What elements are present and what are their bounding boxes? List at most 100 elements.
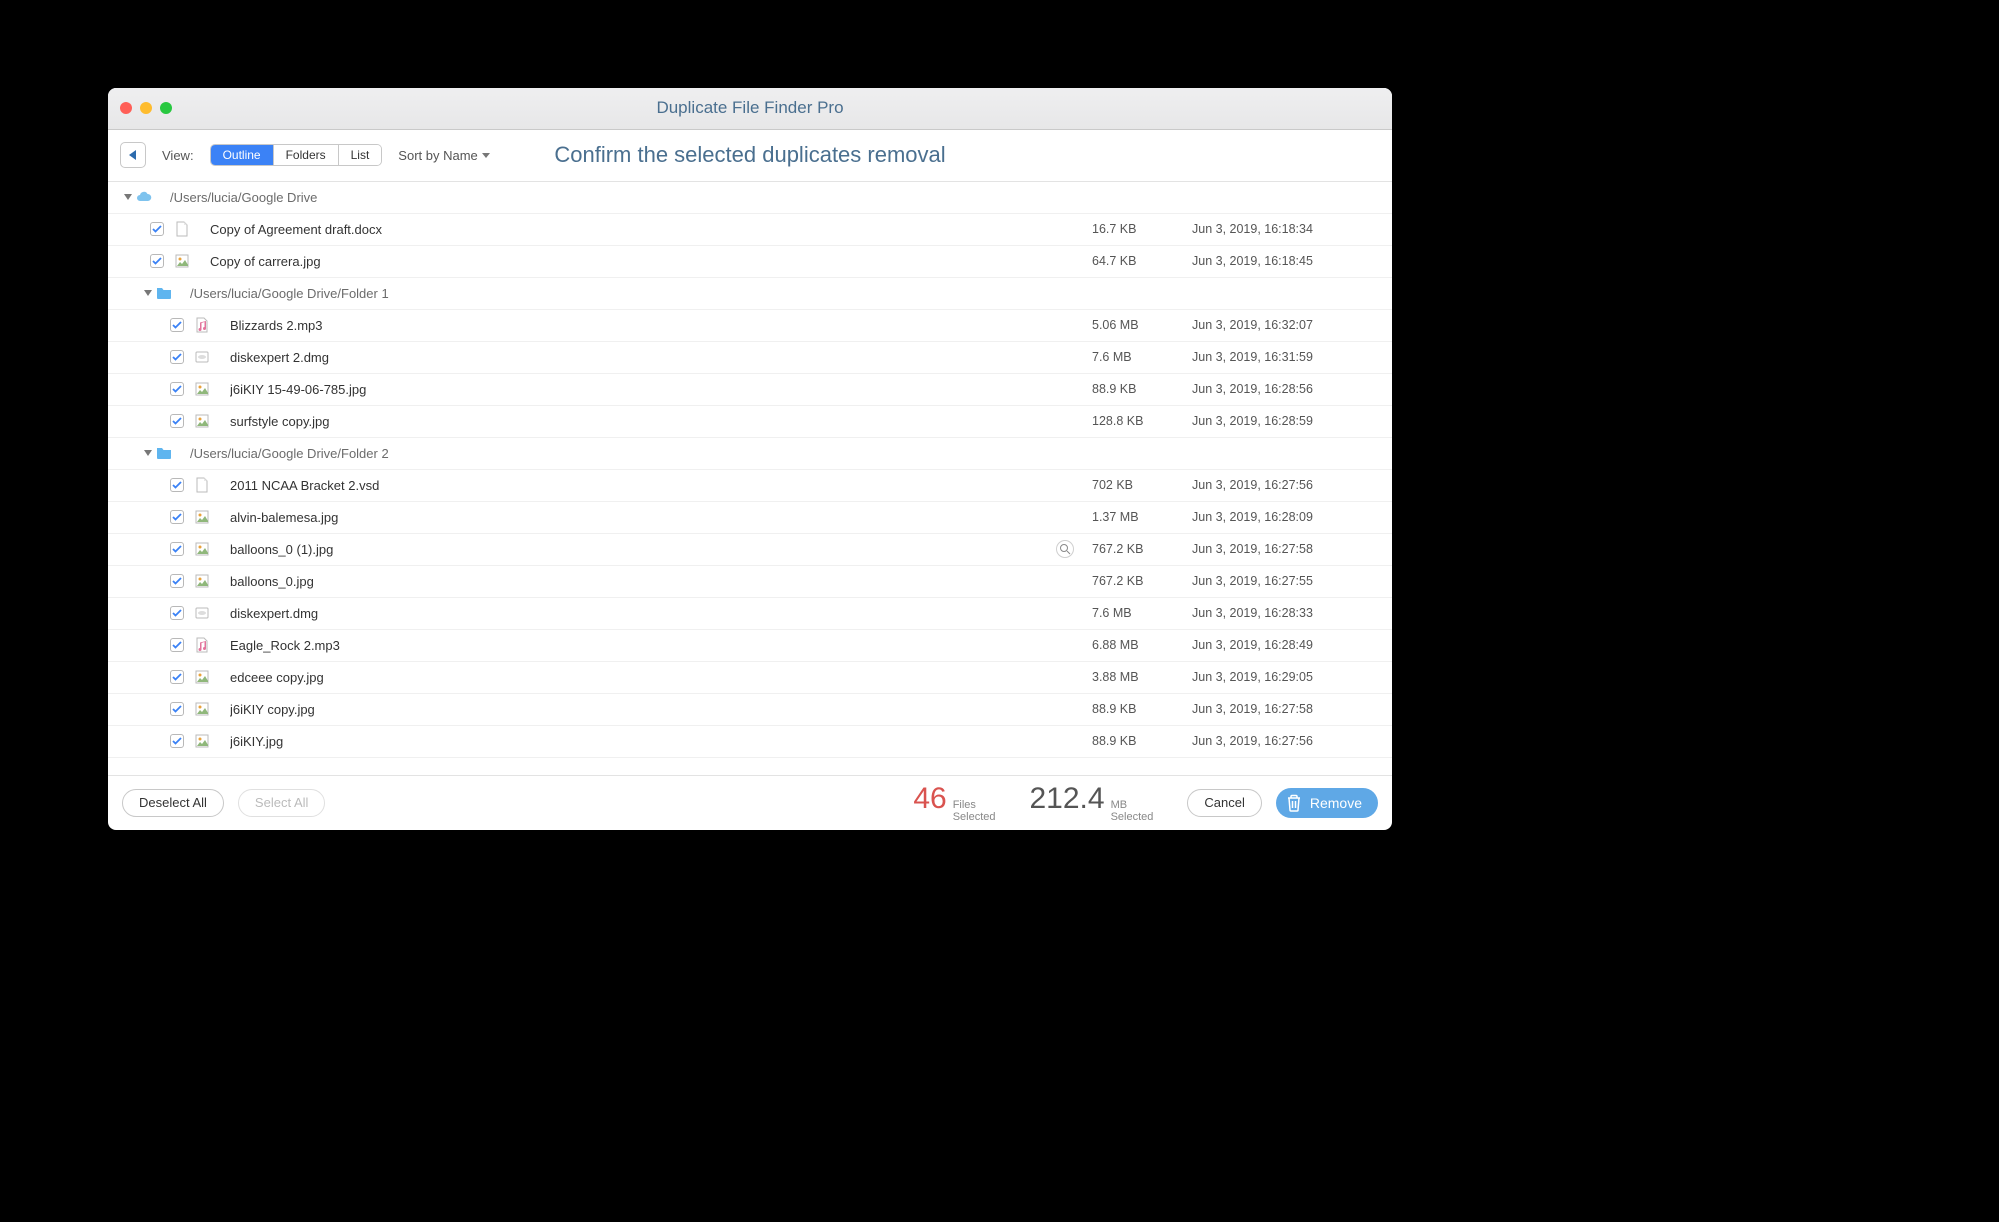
- app-window: Duplicate File Finder Pro View: Outline …: [108, 88, 1392, 830]
- file-type-icon: [194, 605, 220, 621]
- file-date: Jun 3, 2019, 16:28:59: [1192, 414, 1372, 428]
- file-checkbox[interactable]: [150, 222, 164, 236]
- file-row[interactable]: Eagle_Rock 2.mp36.88 MBJun 3, 2019, 16:2…: [108, 630, 1392, 662]
- file-name: alvin-balemesa.jpg: [230, 510, 1092, 525]
- view-outline-tab[interactable]: Outline: [211, 145, 274, 165]
- deselect-all-button[interactable]: Deselect All: [122, 789, 224, 817]
- file-row[interactable]: j6iKIY 15-49-06-785.jpg88.9 KBJun 3, 201…: [108, 374, 1392, 406]
- file-name: surfstyle copy.jpg: [230, 414, 1092, 429]
- file-checkbox[interactable]: [170, 414, 184, 428]
- file-type-icon: [194, 541, 220, 557]
- file-checkbox[interactable]: [170, 382, 184, 396]
- folder-group-row[interactable]: /Users/lucia/Google Drive/Folder 1: [108, 278, 1392, 310]
- file-checkbox[interactable]: [170, 542, 184, 556]
- file-checkbox[interactable]: [170, 318, 184, 332]
- file-type-icon: [194, 637, 220, 653]
- file-checkbox[interactable]: [170, 510, 184, 524]
- file-size: 7.6 MB: [1092, 606, 1192, 620]
- file-checkbox[interactable]: [170, 670, 184, 684]
- file-name: edceee copy.jpg: [230, 670, 1092, 685]
- file-row[interactable]: balloons_0.jpg767.2 KBJun 3, 2019, 16:27…: [108, 566, 1392, 598]
- select-all-button[interactable]: Select All: [238, 789, 325, 817]
- disclosure-triangle-icon[interactable]: [144, 290, 152, 296]
- file-checkbox[interactable]: [170, 478, 184, 492]
- size-value: 212.4: [1030, 782, 1105, 816]
- file-type-icon: [194, 413, 220, 429]
- remove-button[interactable]: Remove: [1276, 788, 1378, 818]
- disclosure-triangle-icon[interactable]: [124, 194, 132, 200]
- file-row[interactable]: 2011 NCAA Bracket 2.vsd702 KBJun 3, 2019…: [108, 470, 1392, 502]
- folder-group-row[interactable]: /Users/lucia/Google Drive/Folder 2: [108, 438, 1392, 470]
- file-name: balloons_0.jpg: [230, 574, 1092, 589]
- view-list-tab[interactable]: List: [339, 145, 382, 165]
- file-row[interactable]: j6iKIY.jpg88.9 KBJun 3, 2019, 16:27:56: [108, 726, 1392, 758]
- file-date: Jun 3, 2019, 16:27:58: [1192, 542, 1372, 556]
- files-label-bottom: Selected: [953, 811, 996, 823]
- file-type-icon: [194, 477, 220, 493]
- file-name: Copy of carrera.jpg: [210, 254, 1092, 269]
- view-mode-segmented-control: Outline Folders List: [210, 144, 383, 166]
- close-window-button[interactable]: [120, 102, 132, 114]
- sort-dropdown[interactable]: Sort by Name: [398, 148, 489, 163]
- file-size: 88.9 KB: [1092, 382, 1192, 396]
- chevron-down-icon: [482, 153, 490, 158]
- file-row[interactable]: surfstyle copy.jpg128.8 KBJun 3, 2019, 1…: [108, 406, 1392, 438]
- file-date: Jun 3, 2019, 16:28:09: [1192, 510, 1372, 524]
- file-size: 6.88 MB: [1092, 638, 1192, 652]
- file-date: Jun 3, 2019, 16:27:56: [1192, 734, 1372, 748]
- file-date: Jun 3, 2019, 16:28:49: [1192, 638, 1372, 652]
- file-row[interactable]: alvin-balemesa.jpg1.37 MBJun 3, 2019, 16…: [108, 502, 1392, 534]
- file-type-icon: [194, 733, 220, 749]
- file-name: Blizzards 2.mp3: [230, 318, 1092, 333]
- size-selected-stat: 212.4 MB Selected: [1030, 782, 1154, 823]
- minimize-window-button[interactable]: [140, 102, 152, 114]
- file-size: 767.2 KB: [1092, 542, 1192, 556]
- file-checkbox[interactable]: [170, 606, 184, 620]
- file-checkbox[interactable]: [170, 734, 184, 748]
- file-date: Jun 3, 2019, 16:27:55: [1192, 574, 1372, 588]
- file-list[interactable]: /Users/lucia/Google Drive Copy of Agreeme…: [108, 182, 1392, 775]
- file-checkbox[interactable]: [170, 574, 184, 588]
- file-row[interactable]: balloons_0 (1).jpg 767.2 KBJun 3, 2019, 1…: [108, 534, 1392, 566]
- footer: Deselect All Select All 46 Files Selecte…: [108, 775, 1392, 830]
- files-count: 46: [913, 782, 946, 816]
- view-folders-tab[interactable]: Folders: [274, 145, 339, 165]
- file-type-icon: [174, 221, 200, 237]
- file-date: Jun 3, 2019, 16:27:56: [1192, 478, 1372, 492]
- file-checkbox[interactable]: [150, 254, 164, 268]
- file-type-icon: [194, 669, 220, 685]
- zoom-window-button[interactable]: [160, 102, 172, 114]
- file-row[interactable]: Copy of carrera.jpg64.7 KBJun 3, 2019, 1…: [108, 246, 1392, 278]
- file-row[interactable]: j6iKIY copy.jpg88.9 KBJun 3, 2019, 16:27…: [108, 694, 1392, 726]
- file-row[interactable]: edceee copy.jpg3.88 MBJun 3, 2019, 16:29…: [108, 662, 1392, 694]
- back-button[interactable]: [120, 142, 146, 168]
- trash-icon: [1286, 794, 1302, 812]
- file-type-icon: [194, 349, 220, 365]
- file-date: Jun 3, 2019, 16:27:58: [1192, 702, 1372, 716]
- file-size: 7.6 MB: [1092, 350, 1192, 364]
- file-type-icon: [194, 381, 220, 397]
- folder-group-row[interactable]: /Users/lucia/Google Drive: [108, 182, 1392, 214]
- file-checkbox[interactable]: [170, 702, 184, 716]
- toolbar: View: Outline Folders List Sort by Name …: [108, 130, 1392, 182]
- file-type-icon: [174, 253, 200, 269]
- file-row[interactable]: Copy of Agreement draft.docx16.7 KBJun 3…: [108, 214, 1392, 246]
- file-date: Jun 3, 2019, 16:29:05: [1192, 670, 1372, 684]
- disclosure-triangle-icon[interactable]: [144, 450, 152, 456]
- file-row[interactable]: diskexpert 2.dmg7.6 MBJun 3, 2019, 16:31…: [108, 342, 1392, 374]
- folder-path: /Users/lucia/Google Drive: [170, 190, 1372, 205]
- files-label-top: Files: [953, 799, 996, 811]
- file-row[interactable]: Blizzards 2.mp35.06 MBJun 3, 2019, 16:32…: [108, 310, 1392, 342]
- sort-label: Sort by Name: [398, 148, 477, 163]
- file-type-icon: [194, 573, 220, 589]
- remove-label: Remove: [1310, 795, 1362, 811]
- file-size: 1.37 MB: [1092, 510, 1192, 524]
- file-date: Jun 3, 2019, 16:32:07: [1192, 318, 1372, 332]
- file-checkbox[interactable]: [170, 638, 184, 652]
- file-row[interactable]: diskexpert.dmg7.6 MBJun 3, 2019, 16:28:3…: [108, 598, 1392, 630]
- cancel-button[interactable]: Cancel: [1187, 789, 1261, 817]
- quicklook-icon[interactable]: [1056, 540, 1074, 558]
- file-checkbox[interactable]: [170, 350, 184, 364]
- file-name: balloons_0 (1).jpg: [230, 542, 1056, 557]
- file-size: 3.88 MB: [1092, 670, 1192, 684]
